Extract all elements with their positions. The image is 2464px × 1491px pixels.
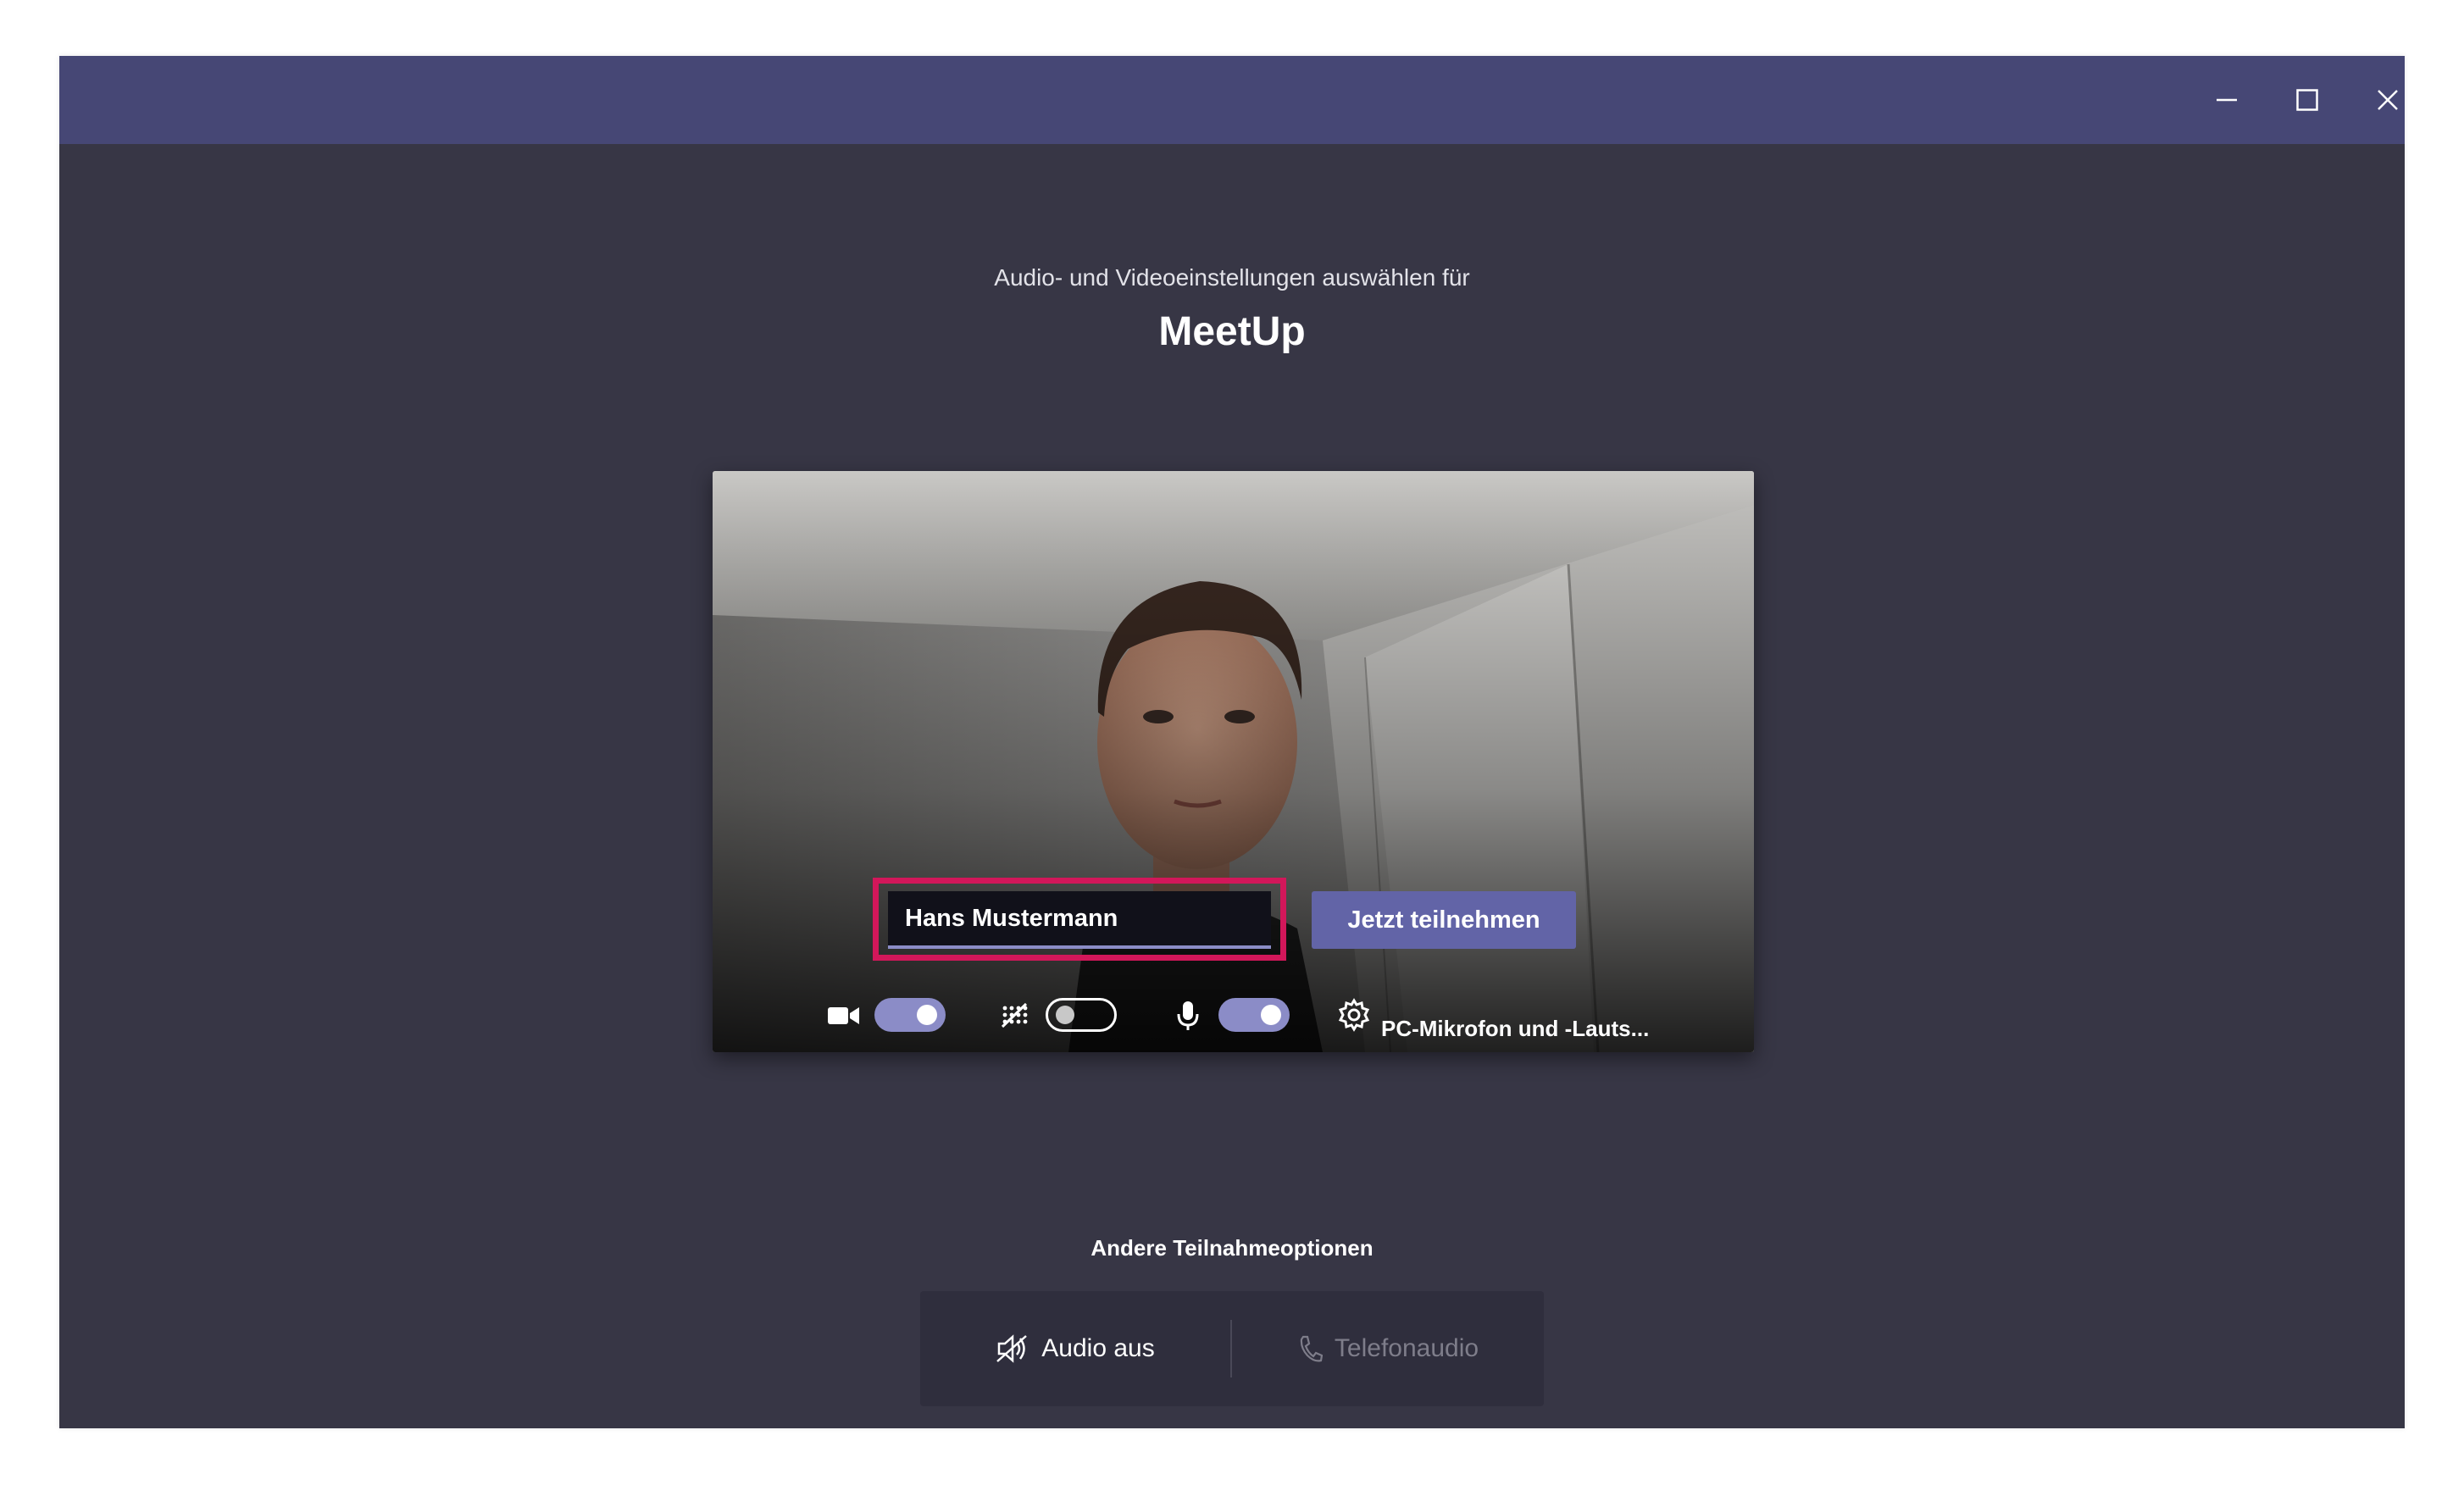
title-bar — [59, 56, 2405, 144]
minimize-icon — [2217, 98, 2237, 102]
gear-icon[interactable] — [1337, 998, 1371, 1036]
microphone-toggle[interactable] — [1218, 998, 1290, 1032]
blur-icon — [1000, 1001, 1029, 1034]
display-name-input[interactable] — [888, 891, 1271, 949]
device-settings-label[interactable]: PC-Mikrofon und -Lauts... — [1381, 1016, 1649, 1042]
mic-toggle-knob — [1261, 1005, 1281, 1025]
other-join-options: Audio aus Telefonaudio — [920, 1291, 1544, 1406]
settings-subtitle: Audio- und Videoeinstellungen auswählen … — [994, 264, 1470, 291]
video-preview — [713, 471, 1754, 1052]
camera-icon — [827, 1003, 861, 1033]
close-icon — [2378, 90, 2398, 110]
meeting-title: MeetUp — [1158, 309, 1306, 354]
camera-toggle[interactable] — [874, 998, 946, 1032]
camera-toggle-knob — [917, 1005, 937, 1025]
phone-icon — [1300, 1335, 1323, 1362]
speaker-off-icon — [996, 1334, 1028, 1363]
join-now-button[interactable]: Jetzt teilnehmen — [1312, 891, 1576, 949]
phone-audio-label: Telefonaudio — [1334, 1334, 1479, 1362]
maximize-icon — [2296, 89, 2318, 111]
teams-prejoin-window: Audio- und Videoeinstellungen auswählen … — [59, 56, 2405, 1428]
other-join-options-title: Andere Teilnahmeoptionen — [1090, 1235, 1374, 1261]
close-button[interactable] — [2347, 56, 2405, 144]
microphone-icon — [1176, 1000, 1200, 1036]
background-blur-toggle[interactable] — [1046, 998, 1117, 1032]
audio-off-label: Audio aus — [1041, 1334, 1155, 1362]
camera-feed-image — [713, 471, 1754, 1052]
maximize-button[interactable] — [2267, 56, 2348, 144]
blur-toggle-knob — [1056, 1006, 1074, 1024]
phone-audio-button[interactable]: Telefonaudio — [1232, 1291, 1544, 1406]
minimize-button[interactable] — [2186, 56, 2267, 144]
audio-off-button[interactable]: Audio aus — [920, 1291, 1230, 1406]
